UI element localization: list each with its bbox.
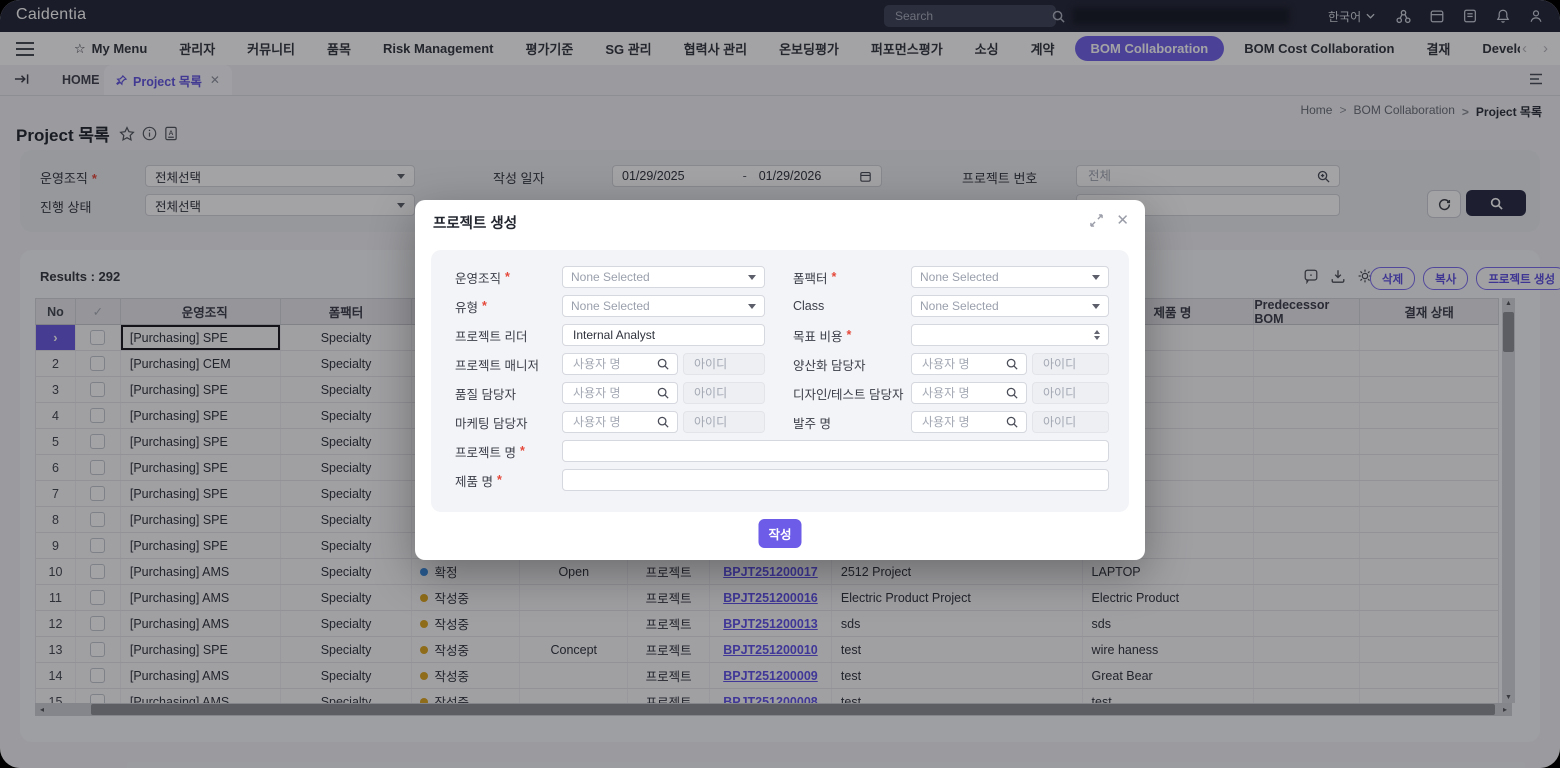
field-org-label: 운영조직 <box>455 266 562 288</box>
user-search-icon[interactable] <box>657 358 669 370</box>
chevron-down-icon <box>1092 304 1100 309</box>
modal-form: 운영조직 None Selected 폼팩터 None Selected 유형 … <box>431 250 1129 512</box>
user-search-icon[interactable] <box>1006 387 1018 399</box>
field-type-label: 유형 <box>455 295 562 317</box>
user-search-icon[interactable] <box>657 416 669 428</box>
close-modal-icon[interactable]: ✕ <box>1116 213 1129 228</box>
marketing-name-input[interactable] <box>562 411 678 433</box>
design-test-name-input[interactable] <box>911 382 1027 404</box>
chevron-down-icon <box>748 275 756 280</box>
mass-prod-id-input <box>1032 353 1109 375</box>
field-orderer-label: 발주 명 <box>765 411 911 433</box>
project-leader-input[interactable] <box>562 324 765 346</box>
field-design-test-label: 디자인/테스트 담당자 <box>765 382 911 404</box>
user-search-icon[interactable] <box>1006 416 1018 428</box>
project-leader-value[interactable] <box>571 327 756 343</box>
form-factor-select[interactable]: None Selected <box>911 266 1109 288</box>
type-select[interactable]: None Selected <box>562 295 765 317</box>
class-select[interactable]: None Selected <box>911 295 1109 317</box>
quality-id-input <box>683 382 765 404</box>
orderer-name-input[interactable] <box>911 411 1027 433</box>
number-stepper-icon[interactable] <box>1094 330 1100 340</box>
design-test-id-input <box>1032 382 1109 404</box>
field-leader-label: 프로젝트 리더 <box>455 324 562 346</box>
field-mass-prod-label: 양산화 담당자 <box>765 353 911 375</box>
project-name-value[interactable] <box>571 443 1100 459</box>
product-name-value[interactable] <box>571 472 1100 488</box>
field-manager-label: 프로젝트 매니저 <box>455 353 562 375</box>
quality-name-input[interactable] <box>562 382 678 404</box>
marketing-id-input <box>683 411 765 433</box>
field-form-factor-label: 폼팩터 <box>765 266 911 288</box>
manager-id-input <box>683 353 765 375</box>
app-window: Caidentia 한국어 ☆ My Menu <box>0 0 1560 768</box>
product-name-input[interactable] <box>562 469 1109 491</box>
org-select[interactable]: None Selected <box>562 266 765 288</box>
orderer-id-input <box>1032 411 1109 433</box>
mass-prod-name-input[interactable] <box>911 353 1027 375</box>
create-project-modal: 프로젝트 생성 ✕ 운영조직 None Selected 폼팩터 None Se… <box>415 200 1145 560</box>
field-class-label: Class <box>765 295 911 317</box>
submit-create-button[interactable]: 작성 <box>758 519 801 548</box>
target-cost-input[interactable] <box>911 324 1109 346</box>
field-project-name-label: 프로젝트 명 <box>455 440 562 462</box>
manager-name-input[interactable] <box>562 353 678 375</box>
chevron-down-icon <box>748 304 756 309</box>
chevron-down-icon <box>1092 275 1100 280</box>
project-name-input[interactable] <box>562 440 1109 462</box>
field-marketing-label: 마케팅 담당자 <box>455 411 562 433</box>
user-search-icon[interactable] <box>657 387 669 399</box>
modal-title: 프로젝트 생성 <box>433 212 517 233</box>
user-search-icon[interactable] <box>1006 358 1018 370</box>
expand-modal-icon[interactable] <box>1090 214 1103 227</box>
target-cost-value[interactable] <box>920 327 1094 343</box>
field-target-cost-label: 목표 비용 <box>765 324 911 346</box>
field-product-name-label: 제품 명 <box>455 469 562 491</box>
field-quality-label: 품질 담당자 <box>455 382 562 404</box>
